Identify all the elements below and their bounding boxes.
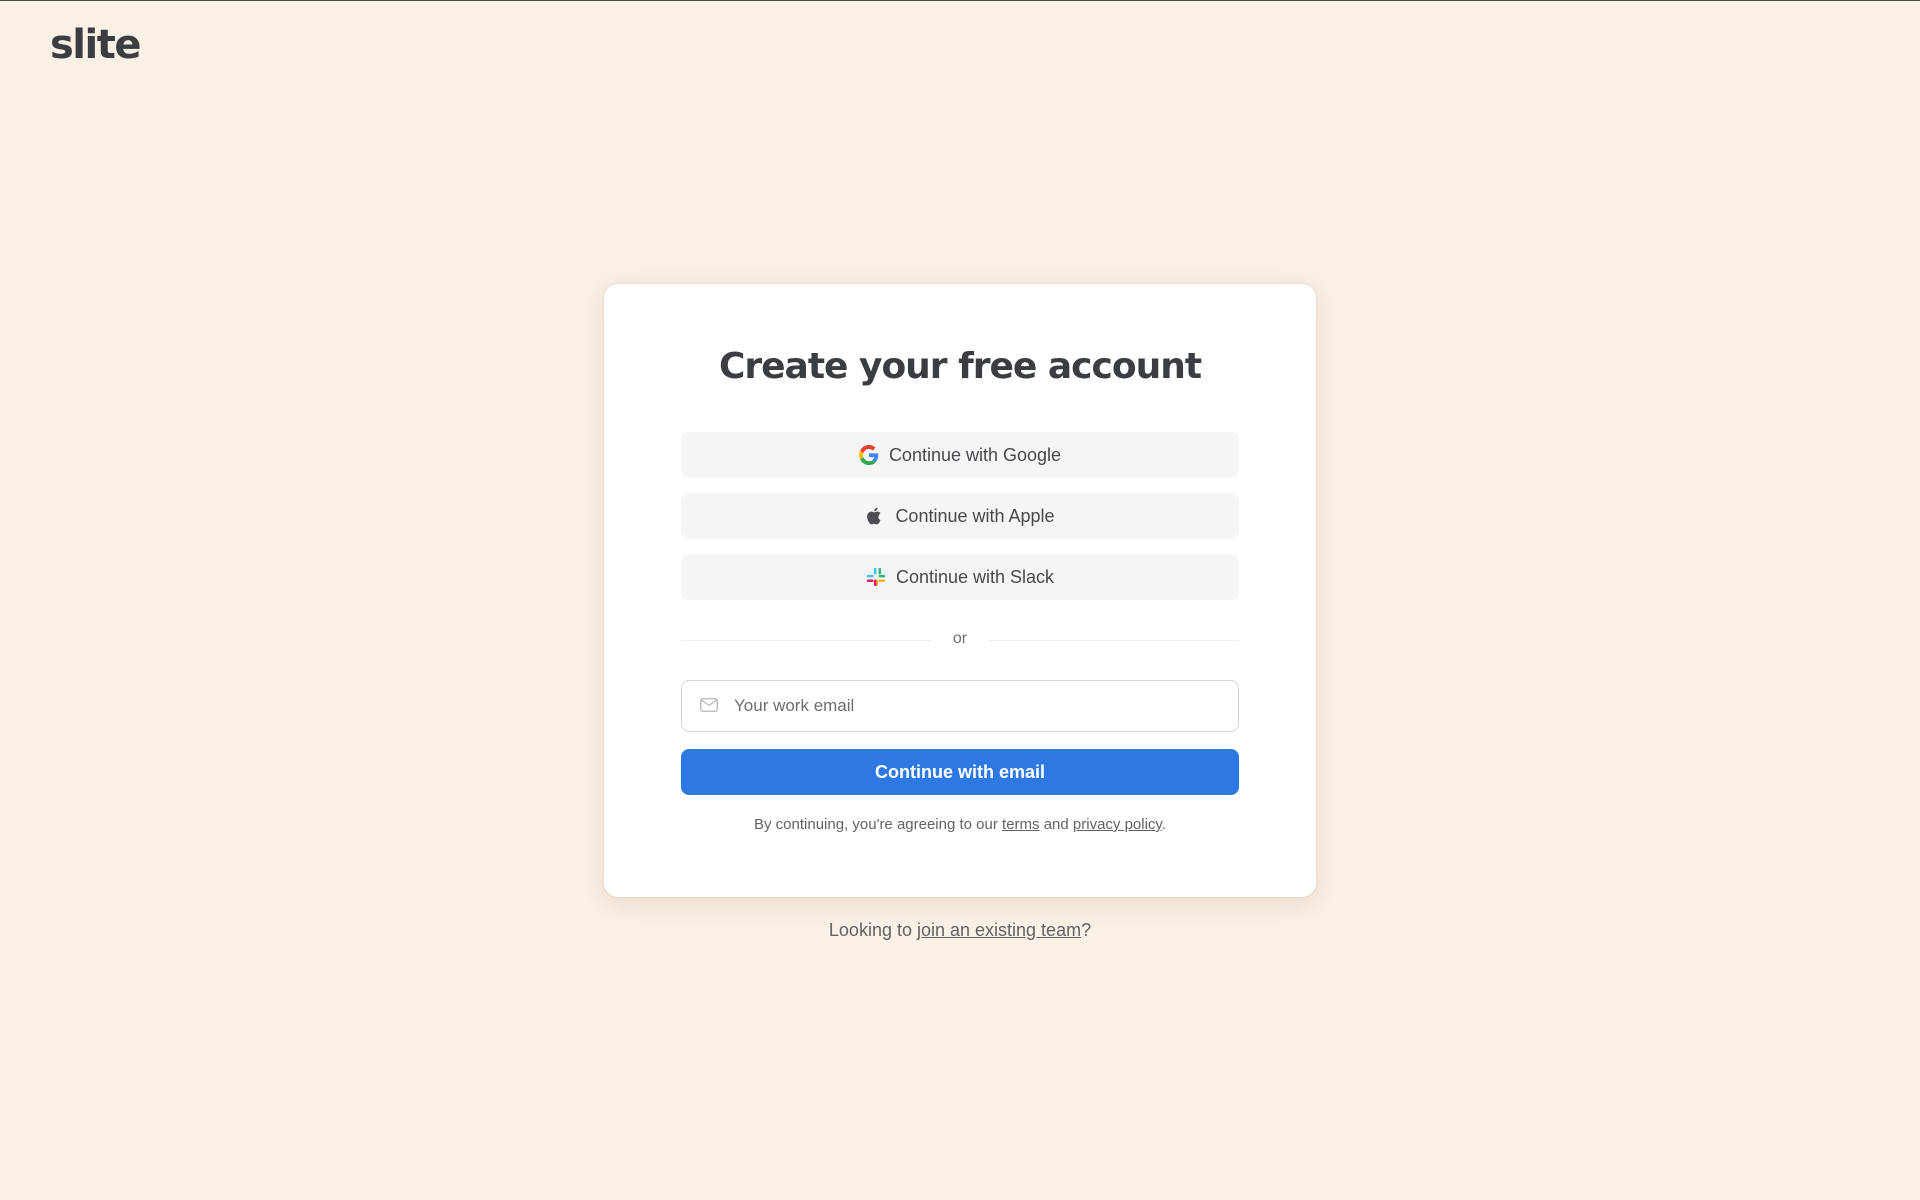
continue-with-email-button[interactable]: Continue with email [681, 749, 1239, 795]
legal-suffix: . [1161, 816, 1166, 833]
mail-icon [700, 698, 718, 712]
signup-card: Create your free account Continue with G… [604, 284, 1316, 897]
join-existing-team-link[interactable]: join an existing team [917, 920, 1081, 940]
legal-prefix: By continuing, you're agreeing to our [754, 816, 1003, 833]
slack-button-label: Continue with Slack [895, 566, 1055, 587]
privacy-policy-link[interactable]: privacy policy [1073, 816, 1162, 833]
footer-suffix: ? [1081, 920, 1092, 940]
slite-logo[interactable]: slite [50, 22, 141, 68]
legal-notice: By continuing, you're agreeing to our te… [604, 816, 1316, 833]
google-button-label: Continue with Google [888, 444, 1062, 465]
join-team-prompt: Looking to join an existing team? [0, 920, 1920, 941]
page-title: Create your free account [718, 346, 1202, 387]
divider-line-right [989, 640, 1239, 641]
legal-and: and [1039, 816, 1073, 833]
top-border [0, 0, 1920, 1]
apple-icon [865, 506, 885, 526]
footer-prefix: Looking to [828, 920, 917, 940]
google-icon [858, 445, 879, 465]
email-input[interactable] [734, 681, 1224, 731]
continue-with-google-button[interactable]: Continue with Google [681, 432, 1239, 478]
continue-with-slack-button[interactable]: Continue with Slack [681, 554, 1239, 600]
continue-with-apple-button[interactable]: Continue with Apple [681, 493, 1239, 539]
apple-button-label: Continue with Apple [895, 505, 1055, 526]
divider-text: or [952, 630, 968, 647]
slack-icon [866, 567, 886, 587]
or-divider: or [681, 630, 1239, 650]
terms-link[interactable]: terms [1002, 816, 1040, 833]
email-field-container[interactable] [681, 680, 1239, 732]
